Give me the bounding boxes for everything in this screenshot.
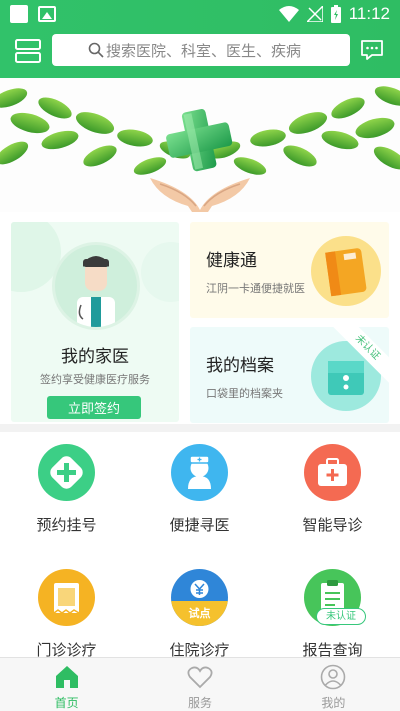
search-icon	[88, 42, 104, 58]
records-subtitle: 口袋里的档案夹	[206, 387, 283, 400]
app-header: 11:12 搜索医院、科室、医生、疾病	[0, 0, 400, 78]
receipt-icon	[38, 569, 95, 626]
home-icon	[55, 666, 78, 688]
tab-profile[interactable]: 我的	[267, 658, 400, 711]
family-doctor-card[interactable]: 我的家医 签约享受健康医疗服务 立即签约	[11, 222, 179, 422]
card-icon	[311, 236, 381, 306]
menu-icon[interactable]	[14, 38, 42, 64]
service-smart-guide[interactable]: 智能导诊	[266, 432, 399, 547]
medical-kit-icon	[304, 444, 361, 501]
health-pass-subtitle: 江阴一卡通便捷就医	[206, 282, 305, 295]
service-appointment[interactable]: 预约挂号	[0, 432, 133, 547]
records-title: 我的档案	[206, 356, 274, 376]
message-icon[interactable]	[360, 38, 384, 62]
family-doctor-title: 我的家医	[61, 347, 129, 367]
battery-icon	[330, 5, 341, 23]
feature-cards: 我的家医 签约享受健康医疗服务 立即签约 健康通 江阴一卡通便捷就医 我的档案 …	[0, 212, 400, 424]
cross-icon	[38, 444, 95, 501]
service-label: 智能导诊	[302, 516, 363, 534]
wifi-icon	[278, 6, 299, 22]
clock: 11:12	[348, 4, 390, 23]
records-card[interactable]: 我的档案 口袋里的档案夹 未认证	[190, 327, 389, 423]
nurse-icon	[171, 444, 228, 501]
unverified-badge: 未认证	[316, 608, 366, 625]
tab-home[interactable]: 首页	[0, 658, 133, 711]
banner-illustration	[0, 86, 400, 212]
family-doctor-subtitle: 签约享受健康医疗服务	[40, 373, 150, 386]
service-label: 预约挂号	[36, 516, 97, 534]
image-icon	[38, 6, 56, 22]
service-outpatient[interactable]: 门诊诊疗	[0, 557, 133, 672]
service-find-doctor[interactable]: 便捷寻医	[133, 432, 266, 547]
tab-label: 首页	[54, 696, 79, 710]
search-placeholder: 搜索医院、科室、医生、疾病	[106, 41, 302, 60]
service-label: 便捷寻医	[169, 516, 230, 534]
health-pass-title: 健康通	[206, 251, 257, 271]
status-bar: 11:12	[0, 0, 400, 28]
search-input[interactable]: 搜索医院、科室、医生、疾病	[52, 34, 350, 66]
trial-tag: 试点	[188, 607, 211, 620]
user-icon	[321, 664, 346, 690]
trial-icon: 试点	[171, 569, 228, 626]
health-pass-card[interactable]: 健康通 江阴一卡通便捷就医	[190, 222, 389, 318]
heart-icon	[187, 666, 213, 689]
notification-icon	[10, 5, 28, 23]
tab-label: 我的	[321, 696, 346, 710]
service-inpatient[interactable]: 试点 住院诊疗	[133, 557, 266, 672]
tab-label: 服务	[187, 696, 212, 710]
bottom-tab-bar: 首页 服务 我的	[0, 657, 400, 711]
tab-services[interactable]: 服务	[133, 658, 266, 711]
promo-banner[interactable]	[0, 78, 400, 212]
signal-icon	[306, 6, 323, 22]
doctor-avatar-icon	[52, 242, 140, 330]
sign-now-button[interactable]: 立即签约	[47, 396, 141, 419]
